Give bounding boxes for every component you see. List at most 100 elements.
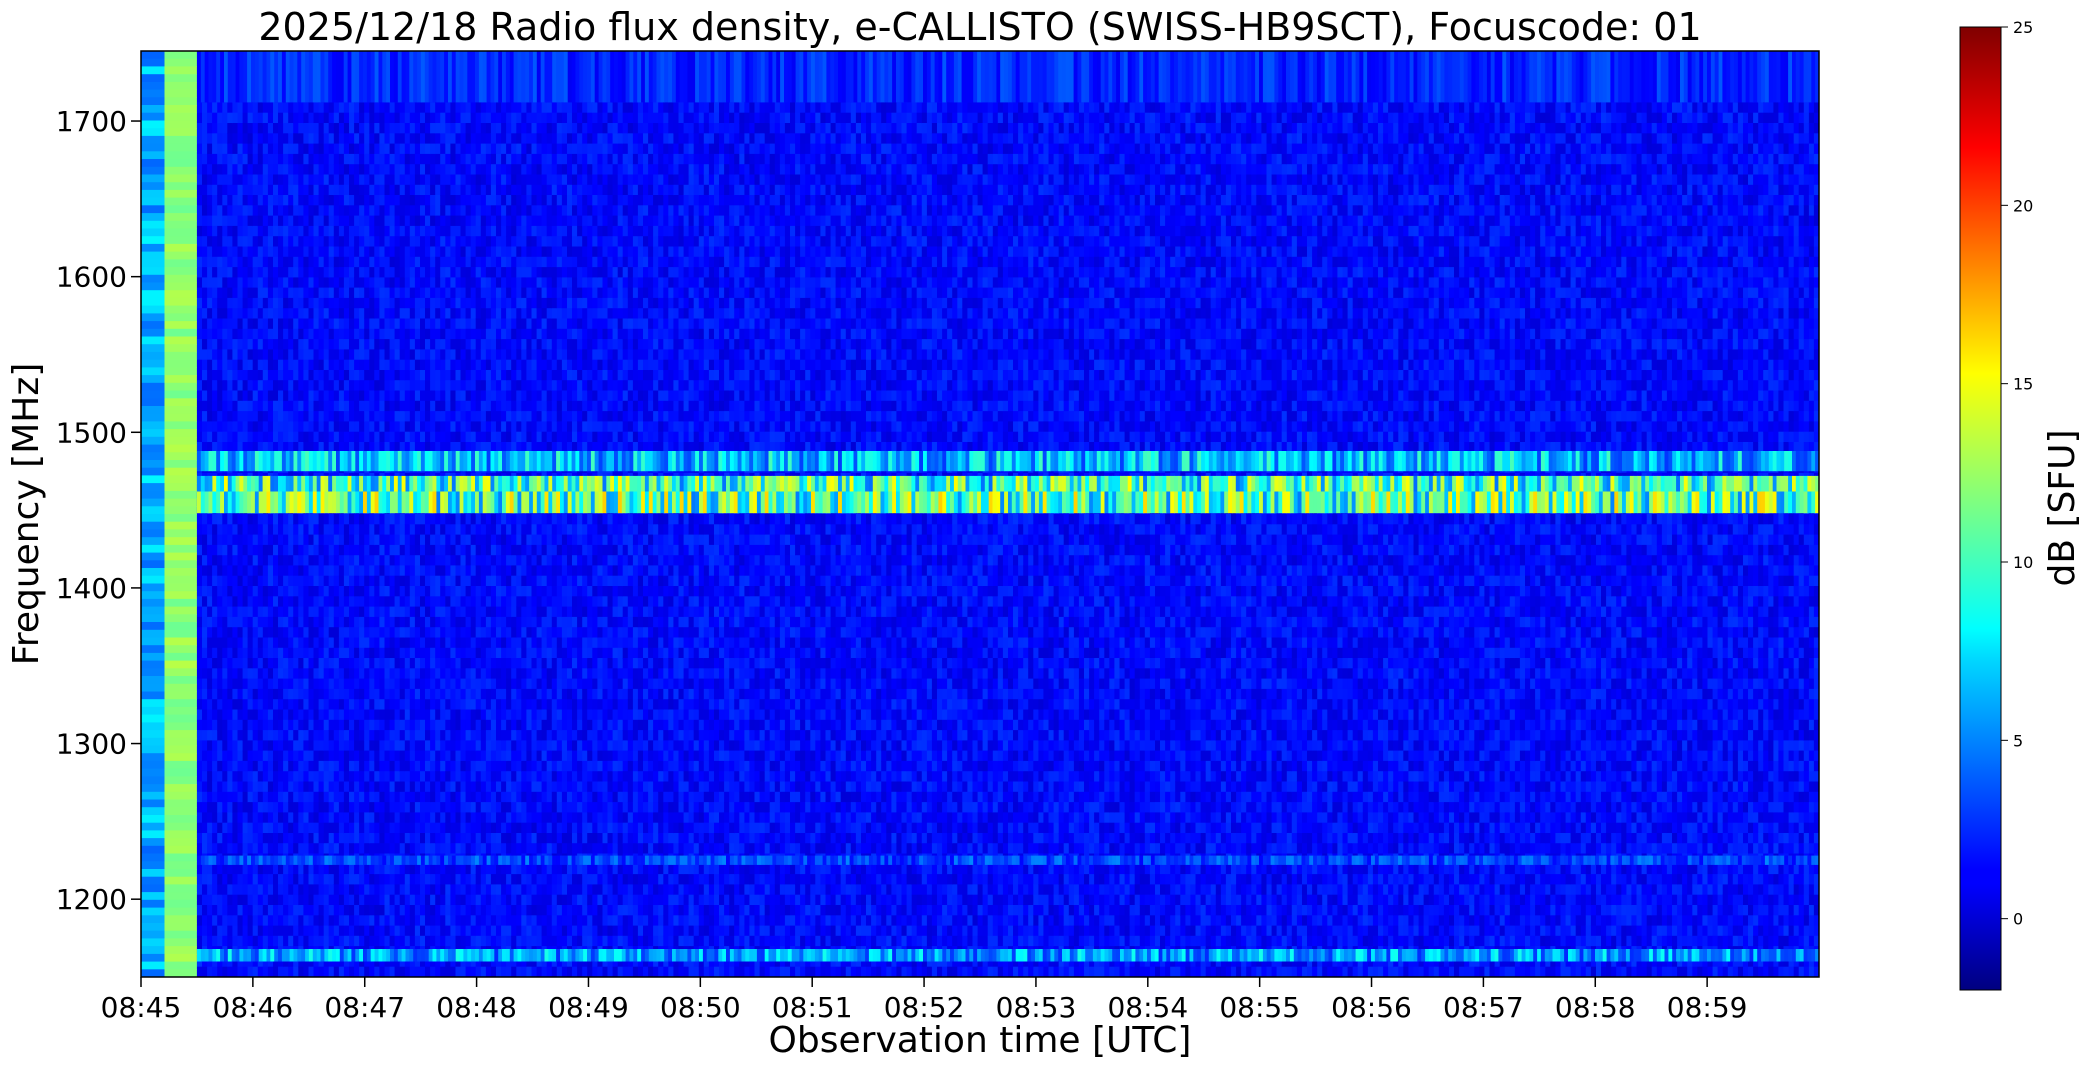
background-cell <box>465 349 472 361</box>
background-cell <box>435 586 441 597</box>
background-cell <box>394 246 401 258</box>
background-cell <box>435 123 441 134</box>
background-cell <box>288 627 294 639</box>
background-cell <box>242 267 249 278</box>
background-cell <box>252 431 259 443</box>
background-cell <box>404 709 411 721</box>
background-cell <box>379 102 386 114</box>
background-cell <box>217 349 223 361</box>
background-cell <box>212 174 218 186</box>
background-cell <box>389 688 396 700</box>
background-cell <box>267 565 274 577</box>
background-cell <box>354 771 360 783</box>
background-cell <box>262 915 269 927</box>
background-cell <box>288 719 294 731</box>
background-cell <box>384 390 391 402</box>
background-cell <box>267 627 274 639</box>
background-cell <box>420 256 426 268</box>
background-cell <box>202 678 208 690</box>
background-cell <box>303 236 310 248</box>
background-cell <box>409 575 416 587</box>
background-cell <box>202 688 208 700</box>
background-cell <box>257 719 264 731</box>
background-cell <box>222 925 228 937</box>
background-cell <box>207 195 213 206</box>
background-cell <box>242 822 249 834</box>
background-cell <box>242 812 249 824</box>
background-cell <box>293 730 299 741</box>
background-cell <box>384 174 391 186</box>
background-cell <box>455 709 462 721</box>
background-cell <box>252 905 259 916</box>
background-cell <box>293 370 299 381</box>
background-cell <box>212 431 218 443</box>
background-cell <box>267 874 274 885</box>
background-cell <box>445 174 451 186</box>
background-cell <box>359 760 365 772</box>
background-cell <box>338 308 345 320</box>
background-cell <box>409 534 416 546</box>
background-cell <box>227 678 233 690</box>
background-cell <box>465 915 472 927</box>
background-cell <box>384 966 391 977</box>
background-cell <box>212 267 218 278</box>
background-cell <box>328 730 335 741</box>
background-cell <box>420 915 426 927</box>
background-cell <box>359 400 365 412</box>
background-cell <box>278 380 284 392</box>
background-cell <box>232 308 239 320</box>
background-cell <box>247 370 254 381</box>
background-cell <box>323 822 330 834</box>
background-cell <box>338 153 345 165</box>
background-cell <box>425 174 431 186</box>
background-cell <box>262 647 269 659</box>
background-cell <box>207 637 213 649</box>
background-cell <box>440 699 446 711</box>
background-cell <box>440 709 446 721</box>
background-cell <box>227 246 233 258</box>
background-cell <box>369 596 375 608</box>
background-cell <box>313 225 320 237</box>
background-cell <box>369 256 375 268</box>
background-cell <box>460 143 467 155</box>
background-cell <box>212 164 218 176</box>
background-cell <box>288 647 294 659</box>
background-cell <box>374 287 380 299</box>
background-cell <box>435 287 441 299</box>
background-cell <box>333 225 340 237</box>
background-cell <box>288 514 294 525</box>
background-cell <box>283 750 289 762</box>
background-cell <box>338 730 345 741</box>
background-cell <box>425 596 431 608</box>
background-cell <box>333 308 340 320</box>
background-cell <box>359 297 365 309</box>
background-cell <box>202 894 208 906</box>
background-cell <box>359 236 365 248</box>
background-cell <box>298 225 304 237</box>
background-cell <box>343 184 350 196</box>
background-cell <box>430 833 436 844</box>
background-cell <box>288 658 294 669</box>
background-cell <box>374 431 380 443</box>
background-cell <box>440 596 446 608</box>
background-cell <box>196 246 203 258</box>
background-cell <box>349 205 355 217</box>
background-cell <box>207 102 213 114</box>
background-cell <box>328 153 335 165</box>
background-cell <box>222 822 228 834</box>
background-cell <box>338 771 345 783</box>
background-cell <box>450 709 457 721</box>
background-cell <box>222 678 228 690</box>
background-cell <box>354 668 360 680</box>
background-cell <box>298 143 304 155</box>
background-cell <box>267 236 274 248</box>
background-cell <box>217 688 223 700</box>
background-cell <box>394 370 401 381</box>
background-cell <box>237 431 244 443</box>
background-cell <box>202 195 208 206</box>
background-cell <box>313 915 320 927</box>
background-cell <box>308 153 315 165</box>
background-cell <box>379 935 386 947</box>
background-cell <box>460 133 467 145</box>
background-cell <box>359 915 365 927</box>
